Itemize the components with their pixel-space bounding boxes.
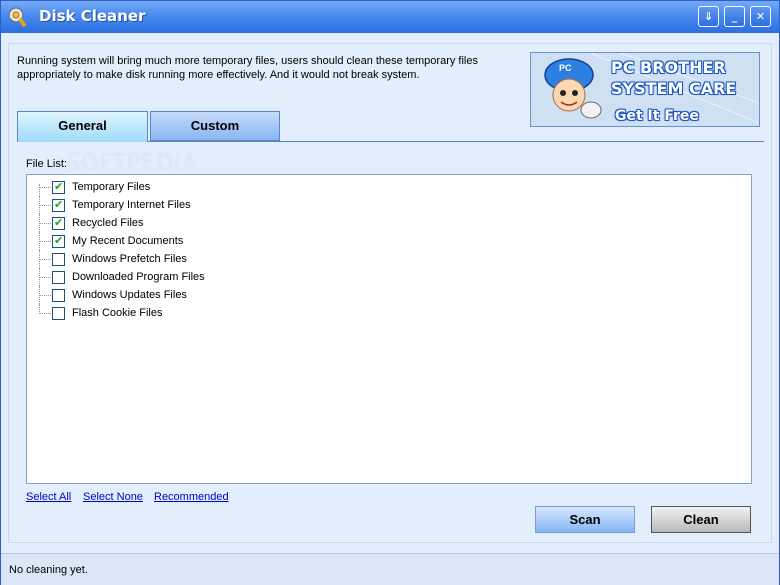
checkbox-temporary-internet-files[interactable]: ✔ bbox=[52, 198, 65, 212]
intro-text: Running system will bring much more temp… bbox=[17, 55, 478, 81]
pc-brother-ad-banner[interactable]: PC PC BROTHER SYSTEM CARE Get It Free bbox=[530, 52, 760, 127]
disk-cleaner-icon bbox=[8, 7, 27, 28]
list-item[interactable]: ✔ My Recent Documents bbox=[27, 232, 327, 250]
banner-line-1: PC BROTHER bbox=[611, 58, 726, 77]
recommended-link[interactable]: Recommended bbox=[154, 491, 229, 503]
tree-line bbox=[39, 313, 51, 314]
file-list-label: File List: bbox=[26, 158, 67, 170]
item-label: Temporary Internet Files bbox=[72, 199, 191, 211]
minimize-button[interactable]: _ bbox=[724, 6, 745, 27]
tree-line bbox=[39, 187, 51, 188]
list-item[interactable]: ✔ Recycled Files bbox=[27, 214, 327, 232]
status-text: No cleaning yet. bbox=[9, 564, 88, 576]
item-label: Recycled Files bbox=[72, 217, 144, 229]
banner-line-2: SYSTEM CARE bbox=[611, 79, 737, 98]
checkbox-flash-cookie-files[interactable] bbox=[52, 307, 65, 320]
list-item[interactable]: Windows Prefetch Files bbox=[27, 250, 327, 268]
title-bar[interactable]: Disk Cleaner ⇓ _ ✕ bbox=[1, 1, 779, 33]
item-label: Windows Updates Files bbox=[72, 289, 187, 301]
window-title: Disk Cleaner bbox=[39, 7, 146, 25]
file-list[interactable]: ✔ Temporary Files ✔ Temporary Internet F… bbox=[26, 174, 752, 484]
tree-line bbox=[39, 241, 51, 242]
checkbox-windows-prefetch-files[interactable] bbox=[52, 253, 65, 266]
status-bar: No cleaning yet. bbox=[1, 553, 779, 585]
clean-button[interactable]: Clean bbox=[651, 506, 751, 533]
item-label: My Recent Documents bbox=[72, 235, 184, 247]
item-label: Flash Cookie Files bbox=[72, 307, 163, 319]
list-item[interactable]: Windows Updates Files bbox=[27, 286, 327, 304]
list-item[interactable]: Flash Cookie Files bbox=[27, 304, 327, 322]
banner-get-it-free: Get It Free bbox=[615, 108, 699, 124]
check-icon: ✔ bbox=[54, 216, 64, 229]
tree-line bbox=[39, 223, 51, 224]
check-icon: ✔ bbox=[54, 180, 64, 193]
checkbox-my-recent-documents[interactable]: ✔ bbox=[52, 234, 65, 248]
checkbox-recycled-files[interactable]: ✔ bbox=[52, 216, 65, 230]
tree-line bbox=[39, 259, 51, 260]
mascot-badge: PC bbox=[559, 63, 572, 73]
check-icon: ✔ bbox=[54, 234, 64, 247]
scan-button[interactable]: Scan bbox=[535, 506, 635, 533]
disk-cleaner-window: Disk Cleaner ⇓ _ ✕ Running system will b… bbox=[0, 0, 780, 585]
close-button[interactable]: ✕ bbox=[750, 6, 771, 27]
item-label: Downloaded Program Files bbox=[72, 271, 205, 283]
tree-line bbox=[39, 205, 51, 206]
item-label: Temporary Files bbox=[72, 181, 151, 193]
tree-line bbox=[39, 277, 51, 278]
tab-general[interactable]: General bbox=[17, 111, 148, 142]
select-all-link[interactable]: Select All bbox=[26, 491, 71, 503]
select-none-link[interactable]: Select None bbox=[83, 491, 143, 503]
tree-line bbox=[39, 295, 51, 296]
list-item[interactable]: Downloaded Program Files bbox=[27, 268, 327, 286]
checkbox-windows-updates-files[interactable] bbox=[52, 289, 65, 302]
checkbox-temporary-files[interactable]: ✔ bbox=[52, 180, 65, 194]
list-item[interactable]: ✔ Temporary Files bbox=[27, 178, 327, 202]
tab-custom[interactable]: Custom bbox=[150, 111, 280, 141]
checkbox-downloaded-program-files[interactable] bbox=[52, 271, 65, 284]
softpedia-watermark: SOFTPEDIA bbox=[66, 151, 198, 176]
list-item[interactable]: ✔ Temporary Internet Files bbox=[27, 196, 327, 214]
options-button[interactable]: ⇓ bbox=[698, 6, 719, 27]
check-icon: ✔ bbox=[54, 198, 64, 211]
item-label: Windows Prefetch Files bbox=[72, 253, 187, 265]
